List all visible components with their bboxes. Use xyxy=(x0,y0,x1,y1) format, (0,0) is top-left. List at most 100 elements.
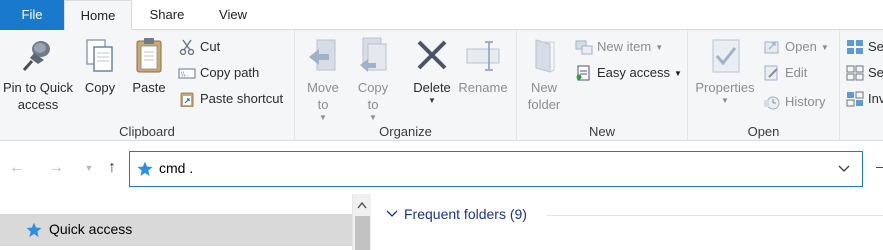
pin-label-line2: access xyxy=(17,97,59,112)
paste-shortcut-button[interactable]: Paste shortcut xyxy=(178,89,283,109)
rename-label: Rename xyxy=(458,80,508,95)
collapse-chevron-icon xyxy=(386,210,398,217)
address-bar[interactable]: cmd . xyxy=(129,151,863,187)
move-label-line2: to xyxy=(317,97,329,112)
delete-x-icon xyxy=(417,40,447,70)
properties-label: Properties xyxy=(695,80,755,95)
paste-button[interactable]: Paste xyxy=(128,36,170,96)
new-folder-button[interactable]: New folder xyxy=(523,36,565,113)
paste-shortcut-icon xyxy=(180,92,194,107)
back-arrow-icon: ← xyxy=(9,159,25,176)
history-clock-icon xyxy=(764,96,780,110)
star-icon xyxy=(26,222,42,237)
clipboard-group-label: Clipboard xyxy=(119,124,175,139)
address-value: cmd . xyxy=(159,160,194,176)
move-to-icon xyxy=(309,39,336,71)
invert-selection-label: Inv xyxy=(868,91,883,106)
quick-access-star-icon xyxy=(137,161,153,176)
move-label-line1: Move xyxy=(307,80,339,95)
svg-text:\\..: \\.. xyxy=(181,71,189,78)
easy-access-label: Easy access xyxy=(597,65,670,80)
easy-access-icon xyxy=(576,65,590,81)
new-folder-icon xyxy=(535,39,555,73)
copy-button[interactable]: Copy xyxy=(80,36,120,96)
tab-share[interactable]: Share xyxy=(136,0,198,31)
new-item-label: New item xyxy=(597,39,652,54)
delete-dropdown-arrow: ▼ xyxy=(428,96,436,105)
frequent-folders-title: Frequent folders (9) xyxy=(404,206,527,222)
ribbon: Pin to Quick access Copy Paste Cut \\.. … xyxy=(0,30,883,141)
open-button[interactable]: Open ▼ xyxy=(763,37,829,57)
history-button[interactable]: History xyxy=(763,92,825,112)
clipboard-icon xyxy=(136,38,162,73)
tab-view[interactable]: View xyxy=(205,0,261,31)
up-button[interactable]: ↑ xyxy=(100,158,124,178)
clipboard-group: Pin to Quick access Copy Paste Cut \\.. … xyxy=(0,30,295,141)
quick-access-label: Quick access xyxy=(49,221,133,237)
forward-button[interactable]: → xyxy=(44,158,68,178)
invert-selection-icon xyxy=(846,91,864,107)
edit-button[interactable]: Edit xyxy=(763,63,807,83)
history-label: History xyxy=(785,94,826,109)
copy-path-label: Copy path xyxy=(200,65,260,80)
address-dropdown-chevron-icon[interactable] xyxy=(838,162,850,174)
properties-button[interactable]: Properties ▼ xyxy=(692,36,758,106)
scroll-up-arrow-icon[interactable] xyxy=(357,201,367,209)
section-divider xyxy=(547,215,883,216)
navigation-bar: ← → ▼ ↑ cmd . – xyxy=(0,142,883,194)
delete-button[interactable]: Delete ▼ xyxy=(407,36,457,106)
select-all-icon xyxy=(847,39,863,54)
select-group: Se Se Inv xyxy=(840,30,883,141)
select-none-label: Se xyxy=(868,65,883,80)
navigation-pane: Quick access xyxy=(0,194,352,250)
refresh-button-partial[interactable]: – xyxy=(876,158,883,178)
delete-label: Delete xyxy=(413,80,451,95)
easy-access-button[interactable]: Easy access ▼ xyxy=(575,63,682,83)
copy-path-button[interactable]: \\.. Copy path xyxy=(178,63,259,83)
copy-to-label-line1: Copy xyxy=(357,80,389,95)
properties-dropdown-arrow: ▼ xyxy=(721,96,729,105)
copy-to-dropdown-arrow: ▼ xyxy=(369,113,377,122)
new-folder-label-line2: folder xyxy=(527,97,561,112)
tab-home[interactable]: Home xyxy=(64,0,132,31)
recent-locations-button[interactable]: ▼ xyxy=(77,158,101,178)
select-none-icon xyxy=(846,65,864,81)
navigation-pane-scrollbar[interactable] xyxy=(352,194,371,250)
organize-group: Move to ▼ Copy to ▼ Delete ▼ Rename Orga… xyxy=(295,30,517,141)
copy-to-icon xyxy=(360,37,387,72)
chevron-down-icon: ▼ xyxy=(84,163,94,173)
select-none-button[interactable]: Se xyxy=(846,63,883,83)
move-dropdown-arrow: ▼ xyxy=(319,113,327,122)
open-label: Open xyxy=(785,39,817,54)
back-button[interactable]: ← xyxy=(5,158,29,178)
new-group: New folder New item ▼ Easy access ▼ New xyxy=(517,30,688,141)
cut-button[interactable]: Cut xyxy=(178,37,220,57)
copy-to-button[interactable]: Copy to ▼ xyxy=(351,36,395,123)
open-group-label: Open xyxy=(747,124,780,139)
select-all-button[interactable]: Se xyxy=(846,37,883,57)
pin-label-line1: Pin to Quick xyxy=(2,80,74,95)
frequent-folders-header[interactable]: Frequent folders (9) xyxy=(386,206,527,222)
copy-icon xyxy=(86,39,113,72)
paste-label: Paste xyxy=(132,80,166,95)
paste-shortcut-label: Paste shortcut xyxy=(200,91,284,106)
new-group-label: New xyxy=(588,124,615,139)
rename-button[interactable]: Rename xyxy=(457,36,509,96)
tab-file[interactable]: File xyxy=(0,0,64,30)
up-arrow-icon: ↑ xyxy=(108,159,116,176)
move-to-button[interactable]: Move to ▼ xyxy=(301,36,345,123)
pushpin-icon xyxy=(22,41,50,71)
invert-selection-button[interactable]: Inv xyxy=(846,89,883,109)
open-dropdown-arrow: ▼ xyxy=(820,42,829,52)
new-item-icon xyxy=(575,40,593,55)
copy-path-icon: \\.. xyxy=(178,68,196,79)
nav-item-quick-access[interactable]: Quick access xyxy=(0,214,352,246)
new-item-button[interactable]: New item ▼ xyxy=(575,37,663,57)
new-folder-label-line1: New xyxy=(530,80,557,95)
scrollbar-thumb[interactable] xyxy=(355,216,370,250)
copy-label: Copy xyxy=(84,80,116,95)
pin-to-quick-access-button[interactable]: Pin to Quick access xyxy=(2,36,74,113)
scissors-icon xyxy=(179,39,195,55)
easy-access-dropdown-arrow: ▼ xyxy=(673,68,682,78)
rename-icon xyxy=(466,41,500,71)
